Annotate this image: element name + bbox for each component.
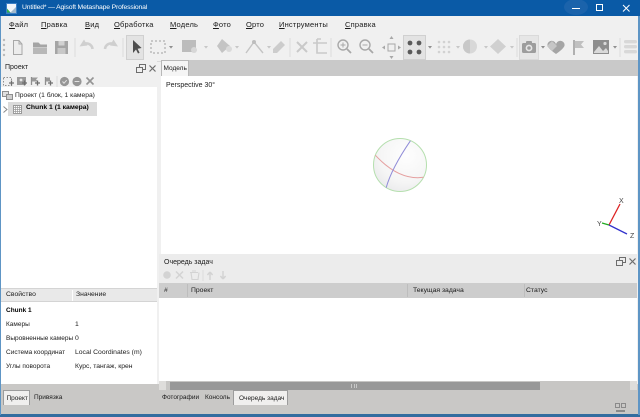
svg-text:X: X [619,198,624,205]
svg-text:Y: Y [597,221,602,228]
svg-text:Z: Z [630,233,635,240]
